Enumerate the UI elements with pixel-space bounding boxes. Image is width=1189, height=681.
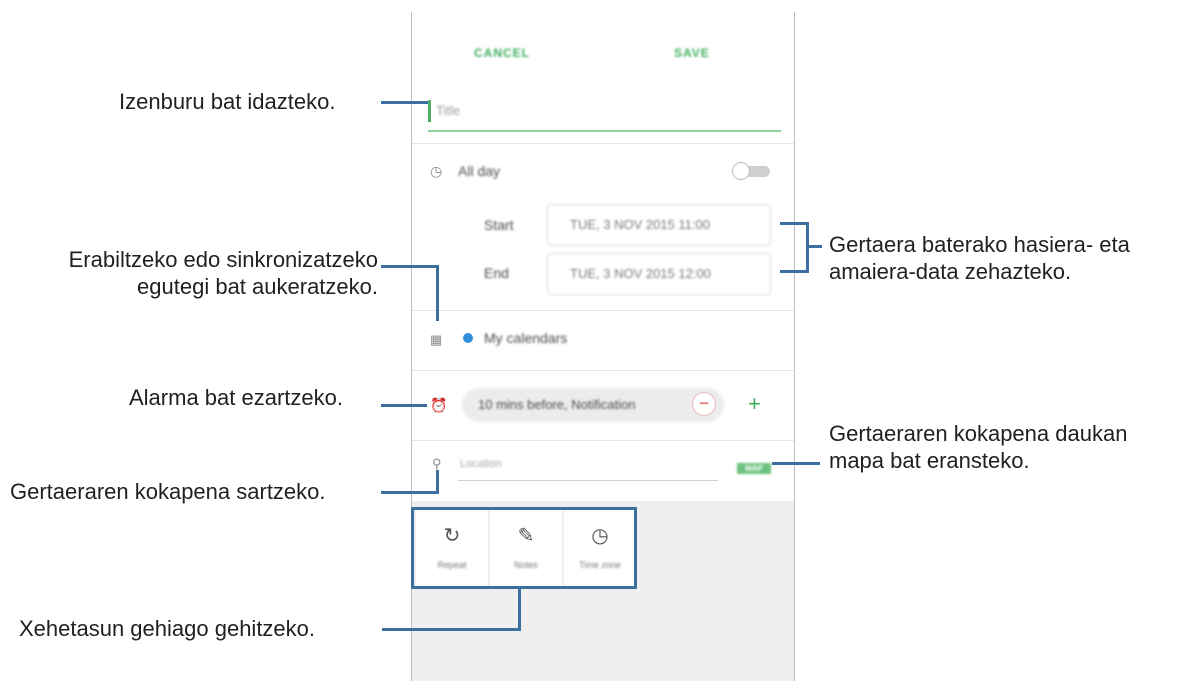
callout-line-details	[382, 628, 521, 631]
alarm-chip[interactable]: 10 mins before, Notification	[462, 388, 724, 422]
calendar-color-dot	[463, 333, 473, 343]
divider	[412, 310, 794, 311]
divider	[412, 143, 794, 144]
clock-icon: ◷	[430, 163, 443, 179]
divider	[412, 370, 794, 371]
all-day-toggle[interactable]	[732, 161, 772, 181]
annotation-calendar-line2: egutegi bat aukeratzeko.	[137, 274, 378, 299]
annotation-dates-line1: Gertaera baterako hasiera- eta	[829, 232, 1130, 257]
callout-line-title	[381, 101, 428, 104]
callout-line-location	[381, 491, 439, 494]
callout-line-calendar	[381, 265, 439, 268]
annotation-alarm: Alarma bat ezartzeko.	[129, 385, 343, 410]
location-field[interactable]	[458, 480, 718, 481]
cancel-button[interactable]: CANCEL	[474, 46, 530, 60]
callout-line-location-rise	[436, 470, 439, 494]
annotation-map: Gertaeraren kokapena daukan mapa bat era…	[829, 420, 1127, 474]
annotation-details: Xehetasun gehiago gehitzeko.	[19, 616, 316, 641]
title-placeholder: Title	[436, 103, 461, 118]
annotation-dates-line2: amaiera-data zehazteko.	[829, 259, 1072, 284]
annotation-calendar-line1: Erabiltzeko edo sinkronizatzeko	[68, 247, 378, 272]
remove-alarm-button[interactable]: −	[692, 392, 716, 416]
callout-bracket-top	[780, 222, 809, 225]
text-cursor	[428, 100, 431, 122]
start-label: Start	[484, 217, 514, 233]
annotation-title: Izenburu bat idazteko.	[119, 89, 336, 114]
all-day-label: All day	[458, 163, 501, 179]
location-placeholder: Location	[460, 458, 502, 470]
divider	[412, 440, 794, 441]
callout-line-calendar-drop	[436, 265, 439, 321]
calendar-icon: ▦	[430, 332, 443, 347]
add-alarm-button[interactable]: +	[748, 393, 761, 415]
callout-bracket-bottom	[780, 270, 809, 273]
end-label: End	[484, 265, 509, 281]
title-field[interactable]	[428, 96, 781, 132]
annotation-map-line1: Gertaeraren kokapena daukan	[829, 421, 1128, 446]
annotation-dates: Gertaera baterako hasiera- eta amaiera-d…	[829, 231, 1130, 285]
map-button[interactable]: MAP	[737, 463, 771, 474]
details-callout-frame	[411, 507, 637, 589]
save-button[interactable]: SAVE	[674, 46, 710, 60]
callout-line-map	[772, 462, 820, 465]
alarm-icon: ⏰	[430, 397, 448, 413]
callout-line-dates	[806, 245, 822, 248]
end-date-field[interactable]: TUE, 3 NOV 2015 12:00	[547, 253, 771, 295]
annotation-location: Gertaeraren kokapena sartzeko.	[10, 479, 326, 504]
callout-line-details-rise	[518, 587, 521, 631]
annotation-map-line2: mapa bat eransteko.	[829, 448, 1030, 473]
callout-line-alarm	[381, 404, 427, 407]
start-date-field[interactable]: TUE, 3 NOV 2015 11:00	[547, 204, 771, 246]
calendar-selector[interactable]: My calendars	[484, 330, 567, 346]
annotation-calendar: Erabiltzeko edo sinkronizatzeko egutegi …	[10, 246, 378, 300]
